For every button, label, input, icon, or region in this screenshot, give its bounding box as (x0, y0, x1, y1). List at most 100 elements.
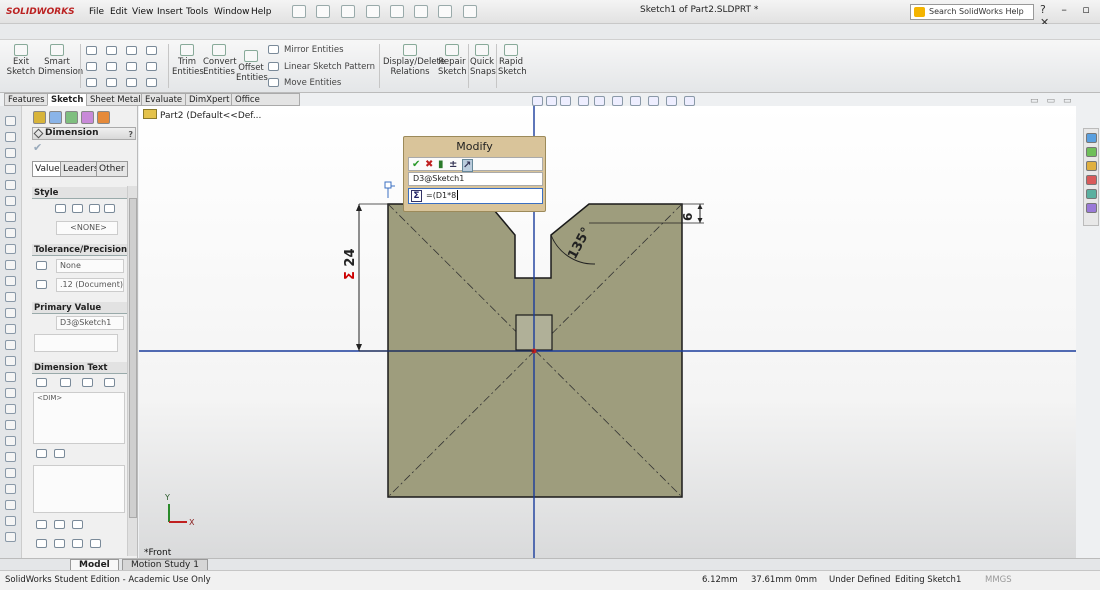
dimension-text-height[interactable]: Σ 24 (343, 248, 358, 280)
design-library-icon[interactable] (1086, 147, 1097, 157)
spin-increment-icon[interactable]: ± (449, 159, 457, 170)
exit-sketch-button[interactable]: Exit Sketch (6, 44, 36, 77)
status-units[interactable]: MMGS (985, 572, 1012, 589)
dimension-value-text[interactable]: =(D1*8 (426, 190, 459, 202)
dimension-text-depth[interactable]: 6 (681, 213, 695, 221)
precision-select[interactable]: .12 (Document) (56, 278, 124, 292)
text-position-icon[interactable] (82, 378, 93, 387)
ok-check-icon[interactable]: ✔ (33, 141, 42, 154)
primary-value-section-header[interactable]: Primary Value (32, 302, 128, 314)
plane-icon[interactable] (146, 78, 157, 87)
tool-icon[interactable] (5, 244, 16, 254)
rebuild-icon[interactable] (438, 5, 452, 18)
tool-icon[interactable] (5, 116, 16, 126)
fillet-icon[interactable] (146, 62, 157, 71)
text-position-icon[interactable] (60, 378, 71, 387)
style-favorite-icon[interactable] (72, 204, 83, 213)
smart-dimension-button[interactable]: Smart Dimension (38, 44, 83, 77)
tool-icon[interactable] (5, 164, 16, 174)
tool-icon[interactable] (5, 452, 16, 462)
style-section-header[interactable]: Style (32, 187, 128, 199)
offset-entities-button[interactable]: Offset Entities (236, 50, 268, 83)
selection-handle-icon[interactable] (384, 181, 392, 189)
tool-icon[interactable] (5, 372, 16, 382)
tool-icon[interactable] (5, 196, 16, 206)
display-manager-tab-icon[interactable] (97, 111, 110, 124)
text-symbol-icon[interactable] (36, 449, 47, 458)
select-icon[interactable] (414, 5, 428, 18)
scrollbar-thumb[interactable] (129, 198, 137, 518)
tab-value[interactable]: Value (32, 161, 63, 177)
tool-icon[interactable] (5, 340, 16, 350)
help-search-input[interactable]: Search SolidWorks Help (910, 4, 1034, 20)
style-add-icon[interactable] (89, 204, 100, 213)
quick-snaps-button[interactable]: Quick Snaps (470, 44, 496, 77)
repair-sketch-button[interactable]: Repair Sketch (438, 44, 467, 77)
custom-properties-icon[interactable] (1086, 203, 1097, 213)
tab-office-products[interactable]: Office Products (231, 93, 300, 117)
tool-icon[interactable] (5, 436, 16, 446)
tool-icon[interactable] (5, 132, 16, 142)
undo-icon[interactable] (390, 5, 404, 18)
appearances-icon[interactable] (1086, 189, 1097, 199)
file-explorer-icon[interactable] (1086, 161, 1097, 171)
solidworks-resources-icon[interactable] (1086, 133, 1097, 143)
tool-icon[interactable] (5, 276, 16, 286)
view-orientation-icon[interactable] (594, 96, 605, 106)
scene-icon[interactable] (666, 96, 677, 106)
menu-edit[interactable]: Edit (110, 5, 127, 19)
dimension-text-section-header[interactable]: Dimension Text (32, 362, 128, 374)
rectangle-icon[interactable] (86, 62, 97, 71)
menu-insert[interactable]: Insert (157, 5, 183, 19)
dimension-value-input[interactable]: Σ =(D1*8 (408, 188, 543, 204)
property-manager-scrollbar[interactable] (127, 186, 137, 556)
menu-window[interactable]: Window (214, 5, 250, 19)
tool-icon[interactable] (5, 308, 16, 318)
previous-view-icon[interactable] (560, 96, 571, 106)
new-document-icon[interactable] (292, 5, 306, 18)
move-entities-button[interactable]: Move Entities (284, 77, 341, 89)
display-delete-relations-button[interactable]: Display/Delete Relations (383, 44, 445, 77)
spline-icon[interactable] (146, 46, 157, 55)
tab-sheet-metal[interactable]: Sheet Metal (86, 93, 145, 106)
tool-icon[interactable] (5, 292, 16, 302)
arc-icon[interactable] (126, 46, 137, 55)
tab-other[interactable]: Other (96, 161, 128, 177)
tool-icon[interactable] (5, 388, 16, 398)
tool-icon[interactable] (5, 260, 16, 270)
open-icon[interactable] (316, 5, 330, 18)
tab-dimxpert[interactable]: DimXpert (185, 93, 234, 106)
appearance-icon[interactable] (648, 96, 659, 106)
ellipse-icon[interactable] (126, 62, 137, 71)
line-icon[interactable] (86, 46, 97, 55)
tool-icon[interactable] (5, 404, 16, 414)
menu-help[interactable]: Help (251, 5, 272, 19)
tab-features[interactable]: Features (4, 93, 49, 106)
equation-sigma-icon[interactable]: Σ (411, 190, 422, 202)
zoom-to-fit-icon[interactable] (532, 96, 543, 106)
symbol-icon[interactable] (54, 539, 65, 548)
dimension-text-input[interactable]: <DIM> (33, 392, 125, 444)
help-button[interactable]: ? (128, 129, 133, 140)
print-icon[interactable] (366, 5, 380, 18)
tool-icon[interactable] (5, 532, 16, 542)
menu-view[interactable]: View (132, 5, 153, 19)
tool-icon[interactable] (5, 468, 16, 478)
trim-entities-button[interactable]: Trim Entities (172, 44, 204, 77)
tool-icon[interactable] (5, 356, 16, 366)
style-apply-icon[interactable] (55, 204, 66, 213)
tool-icon[interactable] (5, 484, 16, 494)
tool-icon[interactable] (5, 228, 16, 238)
menu-file[interactable]: File (89, 5, 104, 19)
tool-icon[interactable] (5, 212, 16, 222)
mirror-entities-button[interactable]: Mirror Entities (284, 44, 344, 56)
style-delete-icon[interactable] (104, 204, 115, 213)
linear-sketch-pattern-button[interactable]: Linear Sketch Pattern (284, 61, 375, 73)
tolerance-type-select[interactable]: None (56, 259, 124, 273)
point-icon[interactable] (106, 78, 117, 87)
options-icon[interactable] (463, 5, 477, 18)
style-select[interactable]: <NONE> (56, 221, 118, 235)
align-center-icon[interactable] (54, 520, 65, 529)
tab-sketch[interactable]: Sketch (47, 93, 88, 106)
tool-icon[interactable] (5, 500, 16, 510)
